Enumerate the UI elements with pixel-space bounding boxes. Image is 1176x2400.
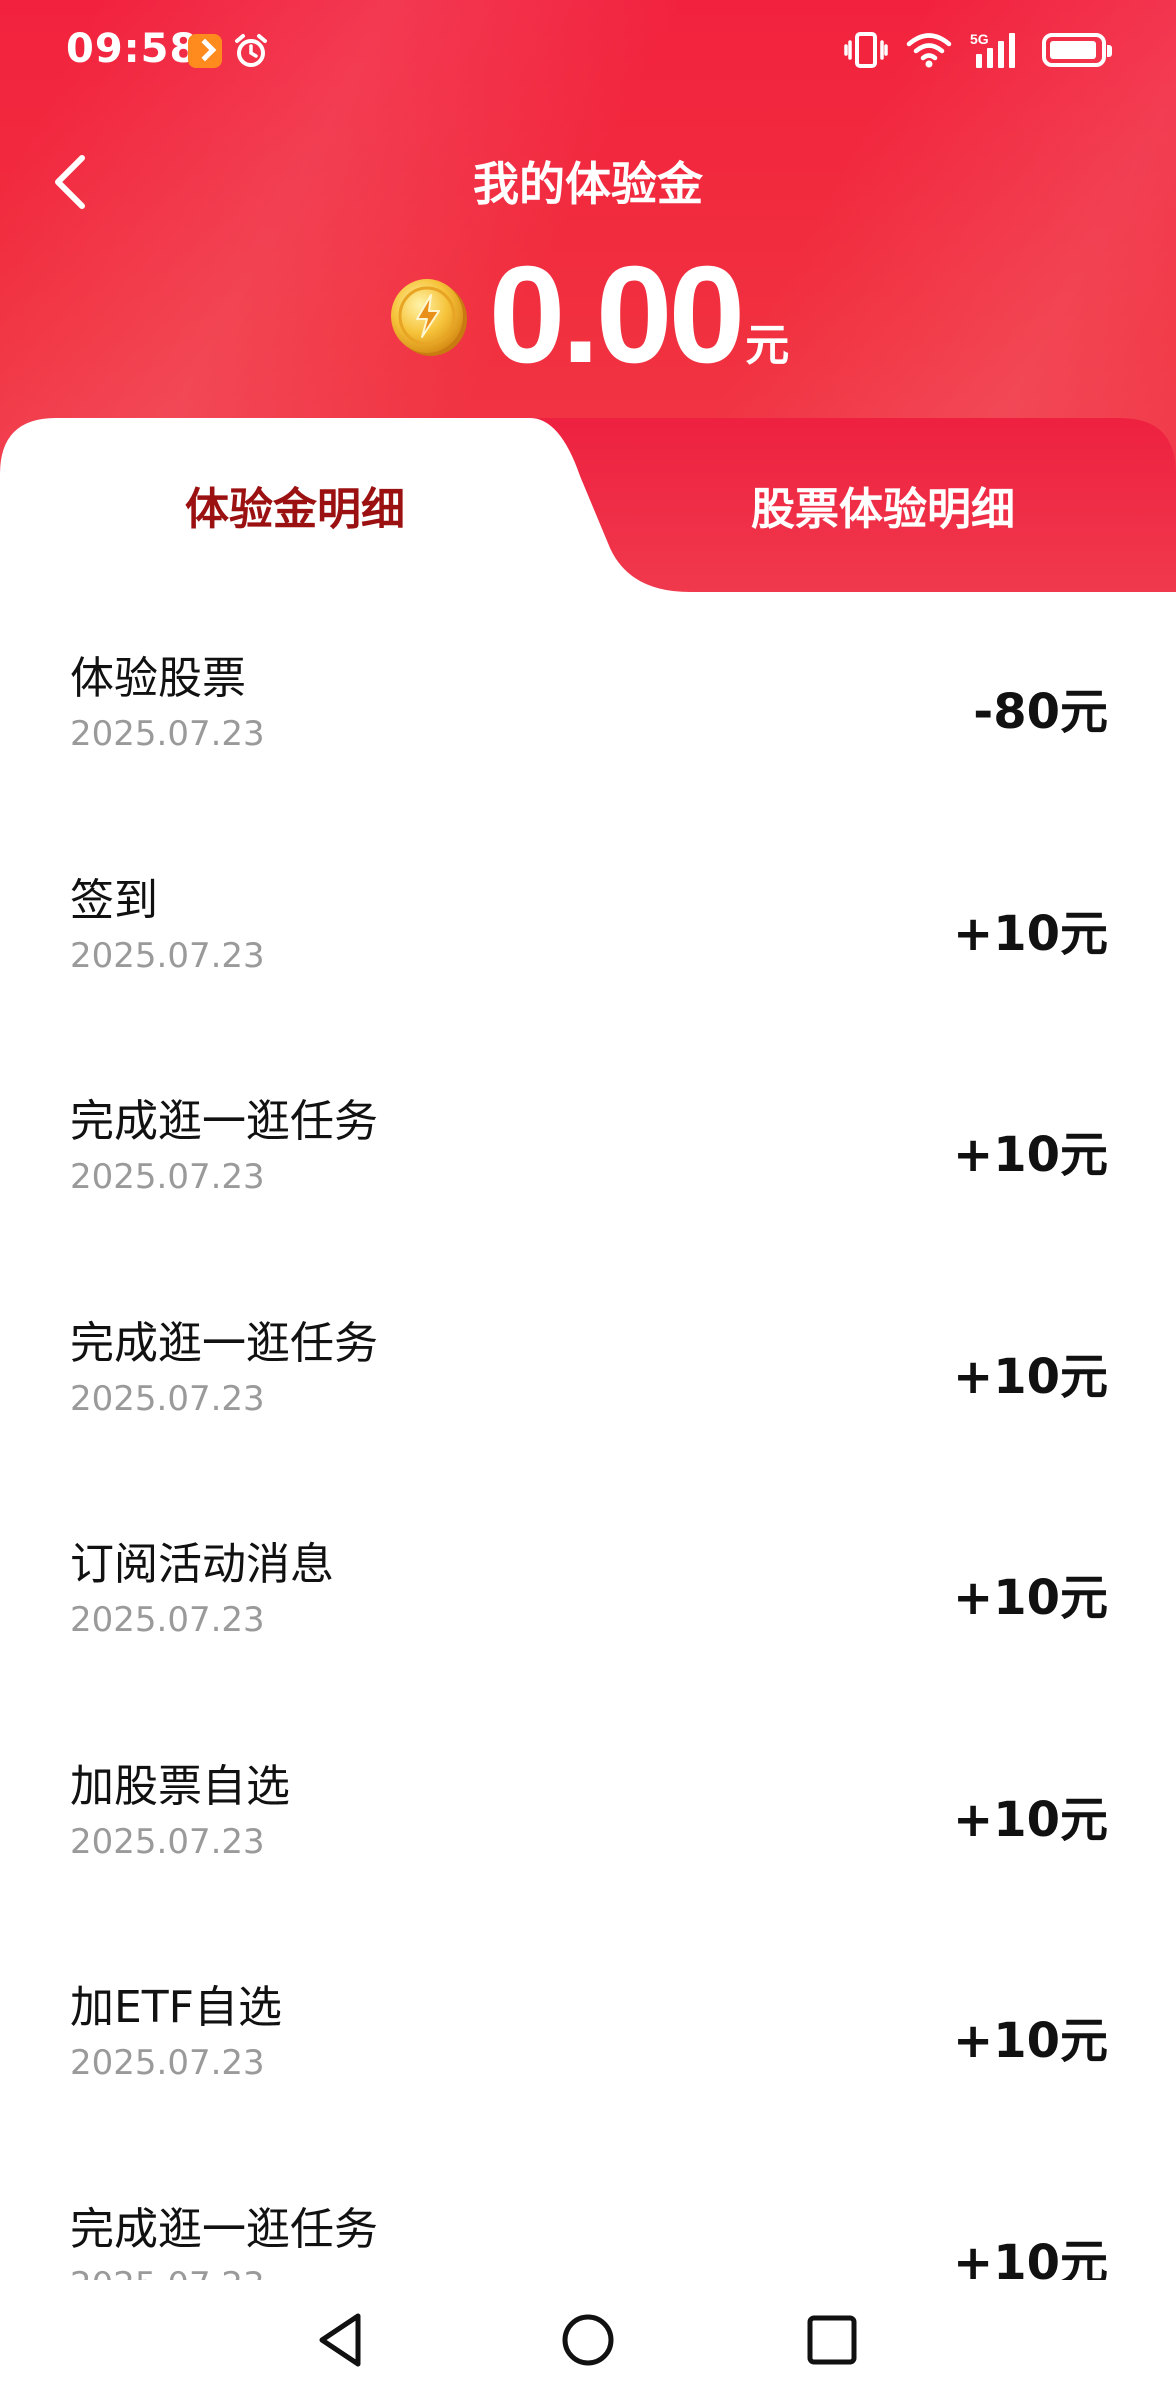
tab-experience-fund-details[interactable]: 体验金明细: [0, 418, 590, 592]
record-amount: +10元: [952, 2234, 1108, 2281]
signal-icon: 5G: [970, 31, 1015, 68]
record-title: 体验股票: [70, 653, 246, 704]
record-date: 2025.07.23: [70, 1378, 265, 1419]
record-amount: +10元: [952, 2013, 1108, 2069]
balance-display: 0.00 元: [0, 245, 1176, 385]
list-item[interactable]: 完成逛一逛任务 2025.07.23 +10元: [0, 1035, 1176, 1257]
list-item[interactable]: 加ETF自选 2025.07.23 +10元: [0, 1921, 1176, 2143]
record-amount: +10元: [952, 1127, 1108, 1183]
record-date: 2025.07.23: [70, 935, 265, 976]
record-date: 2025.07.23: [70, 2265, 265, 2281]
tab-stock-experience-details[interactable]: 股票体验明细: [590, 418, 1176, 592]
record-title: 签到: [70, 874, 158, 926]
record-date: 2025.07.23: [70, 1821, 265, 1862]
record-title: 加股票自选: [70, 1760, 290, 1812]
record-amount: +10元: [952, 1348, 1108, 1405]
battery-icon: [1042, 33, 1112, 67]
record-title: 完成逛一逛任务: [70, 1096, 378, 1147]
list-item[interactable]: 加股票自选 2025.07.23 +10元: [0, 1700, 1176, 1922]
record-list[interactable]: 体验股票 2025.07.23 -80元 签到 2025.07.23 +10元 …: [0, 592, 1176, 2280]
record-date: 2025.07.23: [70, 714, 265, 754]
list-item[interactable]: 完成逛一逛任务 2025.07.23 +10元: [0, 2143, 1176, 2281]
system-nav-bar: [0, 2280, 1176, 2400]
network-label: 5G: [970, 31, 989, 47]
record-date: 2025.07.23: [70, 1157, 265, 1197]
wifi-icon: [906, 33, 952, 68]
record-amount: +10元: [952, 1791, 1108, 1848]
status-icons: 5G: [844, 28, 1112, 72]
coin-icon: [390, 279, 467, 356]
record-amount: +10元: [952, 1570, 1108, 1626]
vibrate-icon: [844, 32, 888, 68]
record-title: 完成逛一逛任务: [70, 1317, 378, 1369]
status-time: 09:58: [66, 26, 199, 72]
list-item[interactable]: 签到 2025.07.23 +10元: [0, 814, 1176, 1036]
list-item[interactable]: 体验股票 2025.07.23 -80元: [0, 592, 1176, 814]
square-recent-icon[interactable]: [792, 2300, 872, 2380]
experience-fund-page: 09:58 5G 我的体验金 0.00 元 体验金明细 股票体验明细 体验股票 …: [0, 0, 1176, 2400]
record-title: 订阅活动消息: [70, 1539, 334, 1590]
status-bar: 09:58 5G: [0, 0, 1176, 100]
record-amount: +10元: [952, 905, 1108, 962]
app-notification-icon: [188, 34, 222, 68]
record-date: 2025.07.23: [70, 1600, 265, 1640]
record-title: 加ETF自选: [70, 1982, 282, 2033]
alarm-icon: [235, 34, 267, 67]
page-title: 我的体验金: [473, 157, 703, 211]
list-item[interactable]: 订阅活动消息 2025.07.23 +10元: [0, 1478, 1176, 1700]
circle-home-icon[interactable]: [548, 2300, 628, 2380]
record-date: 2025.07.23: [70, 2043, 265, 2083]
record-amount: -80元: [973, 684, 1108, 740]
balance-value: 0.00: [488, 238, 746, 392]
record-title: 完成逛一逛任务: [70, 2203, 378, 2255]
triangle-back-icon[interactable]: [302, 2300, 382, 2380]
list-item[interactable]: 完成逛一逛任务 2025.07.23 +10元: [0, 1257, 1176, 1479]
tab-bar: 体验金明细 股票体验明细: [0, 418, 1176, 592]
balance-unit: 元: [745, 320, 790, 371]
